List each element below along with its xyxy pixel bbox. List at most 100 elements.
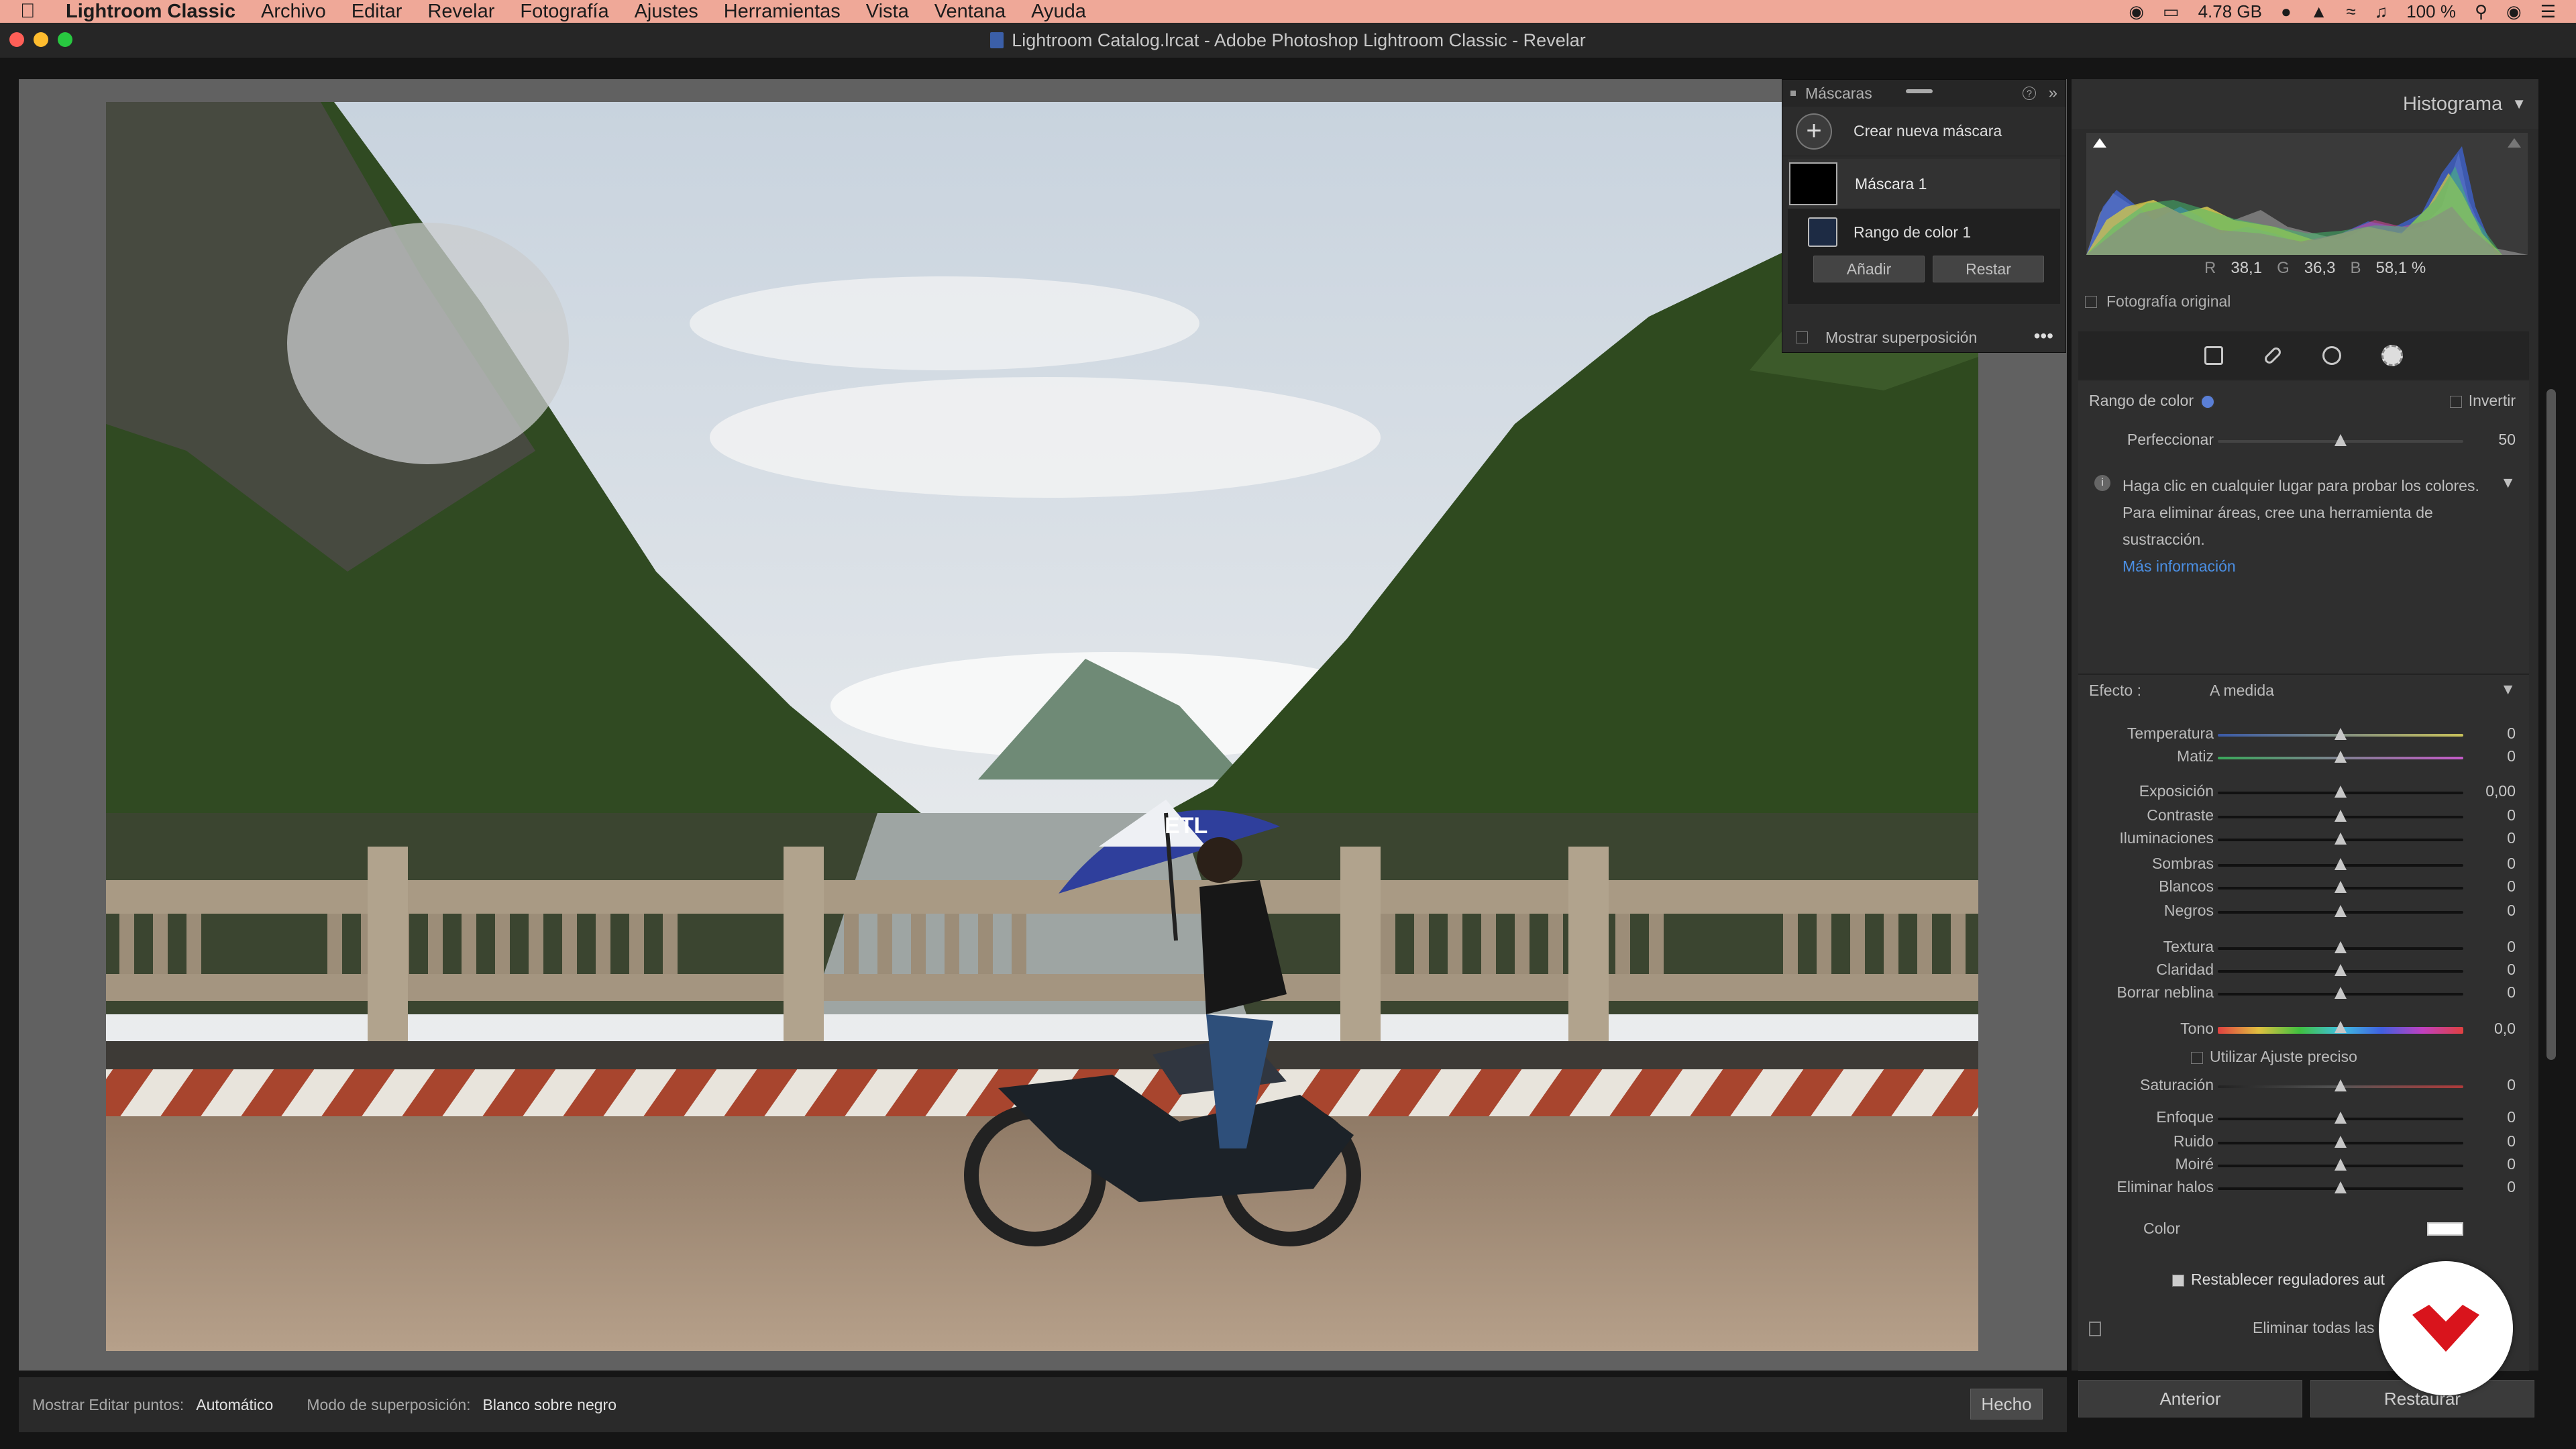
mask-item-1[interactable]: Máscara 1 bbox=[1788, 159, 2060, 209]
slider-track-tono[interactable] bbox=[2218, 1021, 2463, 1034]
slider-value[interactable]: 0 bbox=[2507, 724, 2516, 743]
add-button[interactable]: Añadir bbox=[1813, 256, 1925, 282]
slider-value[interactable]: 0 bbox=[2507, 1108, 2516, 1126]
panel-scrollbar[interactable] bbox=[2546, 389, 2556, 1060]
apple-icon[interactable]:  bbox=[20, 0, 47, 23]
slider-value[interactable]: 0 bbox=[2507, 1178, 2516, 1196]
slider-knob[interactable] bbox=[2334, 941, 2347, 953]
red-eye-icon[interactable] bbox=[2322, 346, 2341, 365]
slider-value[interactable]: 0 bbox=[2507, 902, 2516, 920]
slider-value[interactable]: 0 bbox=[2507, 747, 2516, 765]
menu-item-ayuda[interactable]: Ayuda bbox=[1031, 1, 1086, 23]
panel-grip-icon[interactable] bbox=[1790, 91, 1796, 96]
volume-icon[interactable]: ♫ bbox=[2375, 1, 2388, 22]
precise-adjust-row[interactable]: Utilizar Ajuste preciso bbox=[2078, 1046, 2529, 1069]
slider-track-sombras[interactable] bbox=[2218, 858, 2463, 870]
highlight-clipping-icon[interactable] bbox=[2508, 138, 2521, 148]
close-window-button[interactable] bbox=[9, 32, 24, 47]
slider-value[interactable]: 0 bbox=[2507, 983, 2516, 1002]
slider-value[interactable]: 0 bbox=[2507, 1155, 2516, 1173]
search-icon[interactable]: ⚲ bbox=[2475, 1, 2487, 22]
auto-reset-checkbox[interactable] bbox=[2172, 1274, 2184, 1287]
more-info-link[interactable]: Más información bbox=[2123, 553, 2479, 580]
histogram-header[interactable]: Histograma ▼ bbox=[2072, 79, 2538, 129]
slider-track-claridad[interactable] bbox=[2218, 964, 2463, 976]
menu-item-ajustes[interactable]: Ajustes bbox=[635, 1, 698, 23]
original-photo-toggle[interactable]: Fotografía original bbox=[2085, 292, 2231, 311]
slider-knob[interactable] bbox=[2334, 810, 2347, 822]
slider-knob[interactable] bbox=[2334, 858, 2347, 870]
battery-readout[interactable]: 100 % bbox=[2406, 1, 2456, 22]
info-collapse-icon[interactable]: ▼ bbox=[2500, 474, 2516, 492]
histogram-title[interactable]: Histograma bbox=[2403, 93, 2502, 115]
slider-value[interactable]: 0,0 bbox=[2494, 1020, 2516, 1038]
memory-readout[interactable]: 4.78 GB bbox=[2198, 1, 2262, 22]
slider-knob[interactable] bbox=[2334, 1181, 2347, 1193]
expand-panel-icon[interactable]: » bbox=[2049, 84, 2057, 103]
slider-knob[interactable] bbox=[2334, 987, 2347, 999]
slider-value[interactable]: 0 bbox=[2507, 829, 2516, 847]
slider-track-matiz[interactable] bbox=[2218, 751, 2463, 763]
mask-thumbnail[interactable] bbox=[1789, 162, 1837, 205]
wifi-icon[interactable]: ≈ bbox=[2346, 1, 2355, 22]
refine-knob[interactable] bbox=[2334, 434, 2347, 446]
slider-value[interactable]: 0 bbox=[2507, 1076, 2516, 1094]
original-photo-checkbox[interactable] bbox=[2085, 295, 2097, 308]
slider-knob[interactable] bbox=[2334, 728, 2347, 740]
slider-knob[interactable] bbox=[2334, 1079, 2347, 1091]
show-overlay-row[interactable]: Mostrar superposición ••• bbox=[1782, 316, 2065, 359]
slider-track-enfoque[interactable] bbox=[2218, 1112, 2463, 1124]
airplay-icon[interactable]: ▲ bbox=[2310, 1, 2328, 22]
help-icon[interactable]: ? bbox=[2023, 87, 2036, 100]
crop-icon[interactable] bbox=[2204, 346, 2223, 365]
slider-knob[interactable] bbox=[2334, 1159, 2347, 1171]
refine-value[interactable]: 50 bbox=[2498, 431, 2516, 449]
slider-track-moire[interactable] bbox=[2218, 1159, 2463, 1171]
effect-collapse-icon[interactable]: ▼ bbox=[2500, 680, 2516, 698]
precise-adjust-checkbox[interactable] bbox=[2191, 1051, 2203, 1064]
slider-knob[interactable] bbox=[2334, 881, 2347, 893]
slider-track-contraste[interactable] bbox=[2218, 810, 2463, 822]
creative-cloud-icon[interactable]: ◉ bbox=[2129, 1, 2144, 22]
collapse-bar-icon[interactable] bbox=[1906, 89, 1933, 93]
menu-app-name[interactable]: Lightroom Classic bbox=[66, 1, 235, 23]
invert-label[interactable]: Invertir bbox=[2469, 392, 2516, 409]
slider-knob[interactable] bbox=[2334, 964, 2347, 976]
invert-toggle[interactable]: Invertir bbox=[2449, 392, 2516, 410]
masks-panel-header[interactable]: Máscaras ? » bbox=[1782, 80, 2065, 107]
minimize-window-button[interactable] bbox=[34, 32, 48, 47]
zoom-window-button[interactable] bbox=[58, 32, 72, 47]
color-swatch-icon[interactable] bbox=[2427, 1222, 2463, 1236]
slider-track-saturacion[interactable] bbox=[2218, 1079, 2463, 1091]
menu-item-herramientas[interactable]: Herramientas bbox=[724, 1, 841, 23]
component-label[interactable]: Rango de color 1 bbox=[1854, 223, 1971, 241]
precise-adjust-toggle[interactable]: Utilizar Ajuste preciso bbox=[2191, 1048, 2357, 1066]
color-sample-swatch[interactable] bbox=[2200, 394, 2215, 409]
menu-item-revelar[interactable]: Revelar bbox=[427, 1, 494, 23]
shadow-clipping-icon[interactable] bbox=[2093, 138, 2106, 148]
menu-item-ventana[interactable]: Ventana bbox=[934, 1, 1006, 23]
more-options-icon[interactable]: ••• bbox=[2034, 325, 2053, 347]
masks-panel[interactable]: Máscaras ? » + Crear nueva máscara Másca… bbox=[1782, 79, 2066, 353]
overlay-mode-select[interactable]: Blanco sobre negro bbox=[483, 1396, 616, 1414]
masking-icon[interactable] bbox=[2381, 345, 2403, 366]
invert-checkbox[interactable] bbox=[2449, 395, 2462, 408]
slider-track-eliminar-halos[interactable] bbox=[2218, 1181, 2463, 1193]
slider-value[interactable]: 0 bbox=[2507, 961, 2516, 979]
slider-value[interactable]: 0 bbox=[2507, 938, 2516, 956]
healing-icon[interactable] bbox=[2263, 345, 2283, 366]
user-avatar-icon[interactable]: ◉ bbox=[2506, 1, 2522, 22]
mask-item-label[interactable]: Máscara 1 bbox=[1855, 175, 1927, 193]
done-button[interactable]: Hecho bbox=[1970, 1389, 2043, 1419]
mask-component-color-range[interactable]: Rango de color 1 bbox=[1788, 209, 2060, 256]
trash-icon[interactable] bbox=[2089, 1322, 2101, 1336]
photo-preview[interactable]: ETL bbox=[106, 102, 1978, 1351]
slider-value[interactable]: 0 bbox=[2507, 1132, 2516, 1150]
control-center-icon[interactable]: ☰ bbox=[2540, 1, 2556, 22]
show-points-select[interactable]: Automático bbox=[196, 1396, 273, 1414]
create-mask-label[interactable]: Crear nueva máscara bbox=[1854, 122, 2002, 140]
slider-value[interactable]: 0 bbox=[2507, 806, 2516, 824]
slider-knob[interactable] bbox=[2334, 1136, 2347, 1148]
slider-track-exposicion[interactable] bbox=[2218, 786, 2463, 798]
show-overlay-checkbox[interactable] bbox=[1796, 331, 1808, 343]
